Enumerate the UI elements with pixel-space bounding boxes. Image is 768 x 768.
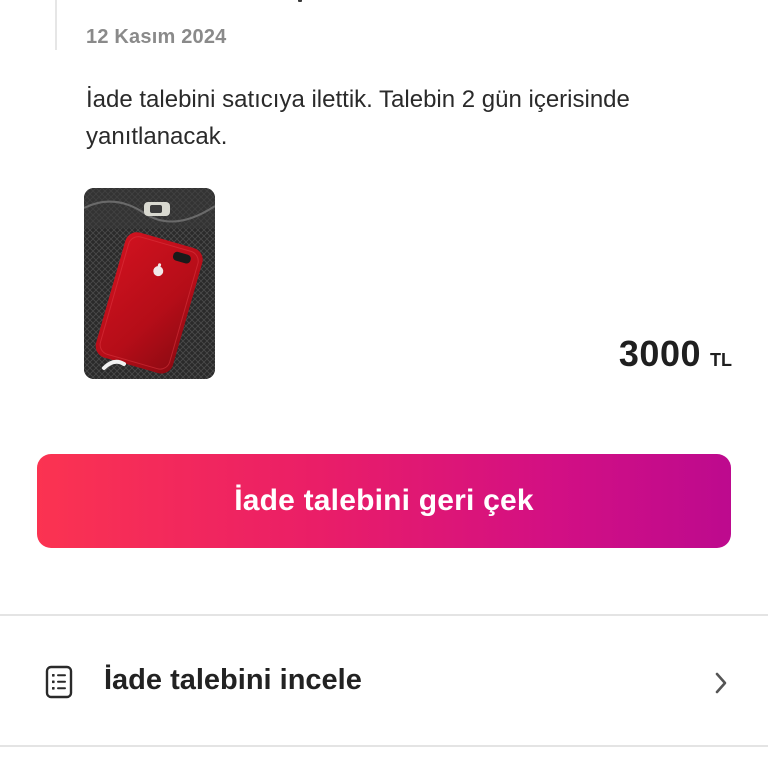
product-price: 3000 TL (619, 333, 732, 375)
product-thumbnail[interactable] (84, 188, 215, 379)
review-return-request-label: İade talebini incele (104, 664, 362, 696)
timeline-line (55, 0, 57, 50)
cropped-text-fragment (298, 0, 302, 2)
section-divider-bottom (0, 745, 768, 747)
return-request-detail-page: 12 Kasım 2024 İade talebini satıcıya ile… (0, 0, 768, 768)
document-list-icon (45, 665, 73, 699)
event-date: 12 Kasım 2024 (86, 26, 227, 48)
review-return-request-row[interactable]: İade talebini incele (0, 617, 768, 745)
withdraw-return-request-label: İade talebini geri çek (234, 484, 534, 517)
chevron-right-icon (715, 672, 727, 694)
event-message: İade talebini satıcıya ilettik. Talebin … (86, 86, 630, 150)
section-divider-top (0, 614, 768, 616)
red-phone-photo-icon (84, 188, 215, 379)
withdraw-return-request-button[interactable]: İade talebini geri çek (37, 454, 731, 548)
price-currency: TL (710, 350, 732, 370)
price-amount: 3000 (618, 333, 701, 374)
